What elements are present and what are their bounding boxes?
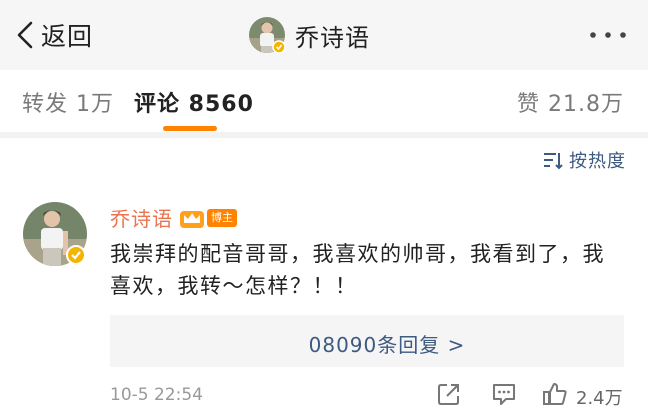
- comment-avatar[interactable]: [22, 201, 88, 267]
- crown-icon: [180, 210, 204, 228]
- comment-timestamp: 10-5 22:54: [110, 385, 203, 405]
- nav-user-name: 乔诗语: [295, 23, 370, 52]
- replies-label: 08090条回复 >: [308, 333, 466, 357]
- verified-badge-icon: [66, 245, 86, 265]
- comment-author[interactable]: 乔诗语: [110, 203, 173, 232]
- weibo-comment-screen: 返回 乔诗语 转发 1万 评论 8560 赞 21.8万 按热度 乔诗语 博主 …: [0, 0, 648, 419]
- verified-badge-icon: [272, 40, 286, 54]
- more-icon[interactable]: [586, 25, 630, 45]
- chevron-left-icon: [17, 21, 33, 49]
- comment-text: 我崇拜的配音哥哥，我喜欢的帅哥，我看到了，我喜欢，我转～怎样？！！: [110, 242, 605, 298]
- author-badge: 博主: [207, 208, 237, 227]
- share-icon[interactable]: [436, 381, 462, 407]
- view-replies-button[interactable]: 08090条回复 >: [110, 315, 624, 367]
- sort-button[interactable]: 按热度: [543, 147, 626, 173]
- back-label: 返回: [41, 22, 94, 51]
- comment-icon[interactable]: [491, 381, 517, 407]
- stat-tabs: 转发 1万 评论 8560 赞 21.8万: [0, 70, 648, 132]
- sort-icon: [544, 153, 563, 170]
- section-divider: [0, 132, 648, 138]
- comment-author-row: 乔诗语 博主: [110, 203, 237, 232]
- tab-comments[interactable]: 评论 8560: [134, 86, 254, 118]
- sort-label: 按热度: [569, 151, 626, 172]
- tab-forward[interactable]: 转发 1万: [22, 86, 114, 118]
- active-tab-indicator: [163, 126, 217, 131]
- tab-likes[interactable]: 赞 21.8万: [517, 86, 624, 118]
- nav-user[interactable]: 乔诗语: [248, 15, 370, 55]
- back-button[interactable]: 返回: [14, 17, 93, 53]
- like-icon[interactable]: [542, 381, 568, 407]
- top-navbar: 返回 乔诗语: [0, 0, 648, 70]
- like-count: 2.4万: [576, 388, 623, 409]
- avatar[interactable]: [248, 16, 286, 54]
